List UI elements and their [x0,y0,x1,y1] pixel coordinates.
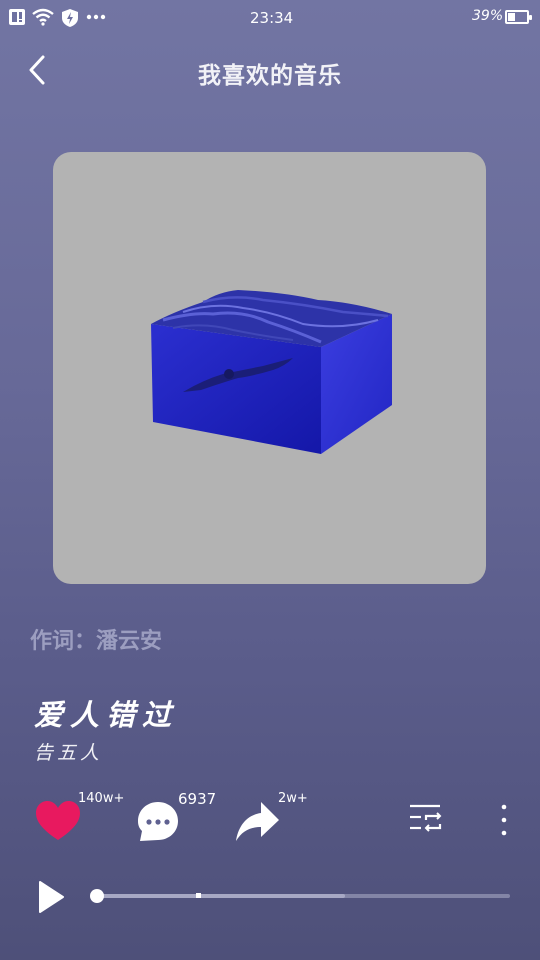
lyricist-label: 作词：潘云安 [30,629,163,654]
playlist-repeat-icon [410,804,442,832]
like-count: 140w+ [78,791,125,806]
comment-count: 6937 [178,790,217,808]
more-options-button[interactable] [496,800,512,844]
playlist-repeat-button[interactable] [408,800,444,844]
shield-bolt-icon [62,9,78,27]
album-artwork[interactable] [53,152,486,584]
share-arrow-icon [236,802,279,841]
more-vertical-icon [501,804,507,836]
battery-icon [505,10,532,24]
progress-track[interactable] [98,894,510,898]
song-title: 爱人错过 [34,698,179,732]
comment-bubble-icon [138,802,178,841]
share-count: 2w+ [278,791,308,806]
comment-button[interactable] [136,800,180,844]
play-icon [39,881,64,913]
artist-name[interactable]: 告五人 [34,738,103,765]
play-button[interactable] [36,880,66,914]
like-button[interactable] [35,800,81,844]
heart-icon [36,801,80,840]
page-title: 我喜欢的音乐 [198,63,342,89]
battery-percent: 39% [472,8,504,24]
share-button[interactable] [234,800,280,844]
wifi-icon [32,8,54,26]
buffer-bar [98,894,346,898]
sim-card-alert-icon [9,9,25,25]
more-notifications-icon [86,14,106,20]
status-bar: 23:34 39% [0,0,540,36]
progress-marker [196,893,201,898]
clock: 23:34 [250,9,294,27]
album-cover-image [151,290,392,454]
progress-knob[interactable] [90,889,104,903]
